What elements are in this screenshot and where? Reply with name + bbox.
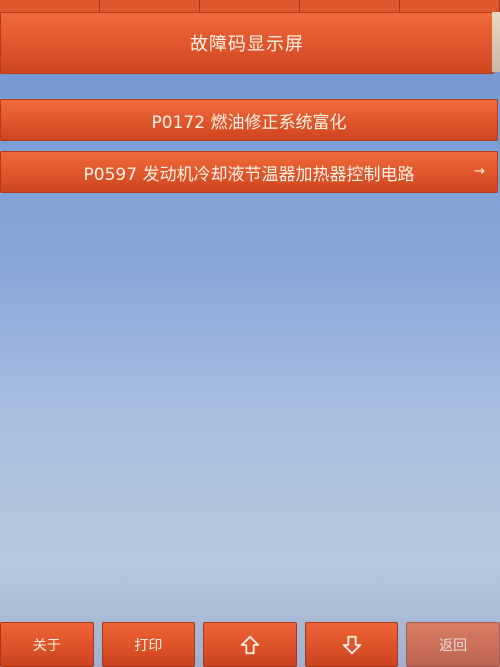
dtc-label: P0172 燃油修正系统富化 (151, 112, 347, 133)
arrow-up-icon (240, 635, 260, 654)
arrow-down-icon (342, 635, 361, 654)
bottom-toolbar: 关于 打印 返回 (0, 622, 500, 667)
page-title: 故障码显示屏 (190, 34, 304, 55)
top-tab-5[interactable] (400, 0, 500, 12)
back-label: 返回 (439, 637, 468, 654)
page-header: 故障码显示屏 (0, 12, 494, 74)
about-label: 关于 (32, 637, 61, 654)
scroll-up-button[interactable] (203, 622, 297, 667)
arrow-right-icon: → (474, 164, 485, 179)
top-tab-3[interactable] (200, 0, 300, 12)
back-button[interactable]: 返回 (406, 622, 500, 667)
header-side-edge (492, 12, 500, 72)
top-tab-2[interactable] (100, 0, 200, 12)
print-button[interactable]: 打印 (101, 622, 196, 667)
top-tab-1[interactable] (0, 0, 100, 12)
dtc-item-p0172[interactable]: P0172 燃油修正系统富化 (0, 99, 498, 141)
scroll-down-button[interactable] (304, 622, 399, 667)
about-button[interactable]: 关于 (0, 622, 94, 667)
dtc-item-p0597[interactable]: P0597 发动机冷却液节温器加热器控制电路 → (0, 151, 498, 193)
top-tab-4[interactable] (300, 0, 400, 12)
print-label: 打印 (134, 637, 163, 654)
dtc-label: P0597 发动机冷却液节温器加热器控制电路 (83, 164, 415, 185)
